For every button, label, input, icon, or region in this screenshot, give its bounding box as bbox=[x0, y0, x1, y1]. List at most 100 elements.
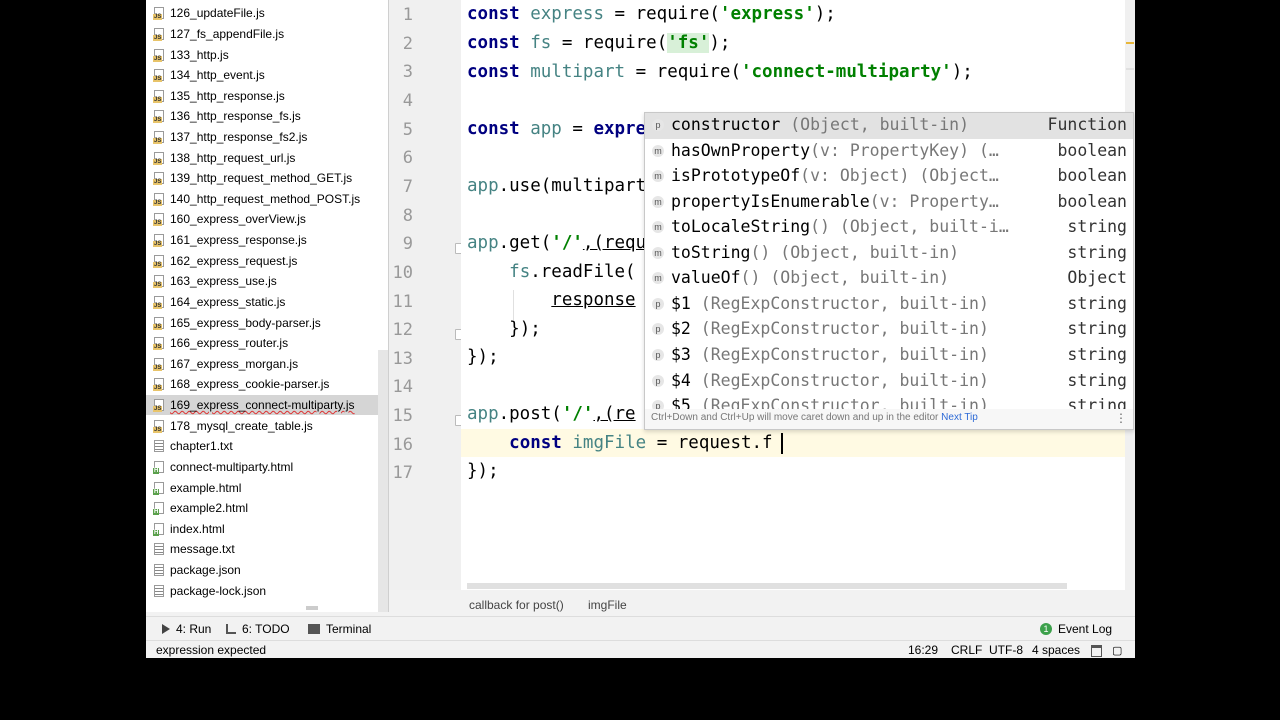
tree-file-item[interactable]: 166_express_router.js bbox=[146, 333, 378, 354]
caret-position[interactable]: 16:29 bbox=[908, 643, 938, 657]
completion-item[interactable]: p $1 (RegExpConstructor, built-in) string bbox=[645, 292, 1133, 318]
completion-type: Function bbox=[1047, 115, 1127, 134]
horizontal-scrollbar[interactable] bbox=[467, 583, 1067, 589]
lock-icon[interactable] bbox=[1091, 645, 1102, 657]
completion-signature: $1 (RegExpConstructor, built-in) bbox=[671, 294, 989, 313]
status-message: expression expected bbox=[156, 643, 267, 657]
completion-item[interactable]: p $3 (RegExpConstructor, built-in) string bbox=[645, 343, 1133, 369]
run-tool-button[interactable]: 4: Run bbox=[162, 622, 211, 636]
tree-file-item[interactable]: 165_express_body-parser.js bbox=[146, 312, 378, 333]
line-number[interactable]: 4 bbox=[403, 91, 413, 111]
tree-file-item[interactable]: 139_http_request_method_GET.js bbox=[146, 168, 378, 189]
completion-item[interactable]: m hasOwnProperty(v: PropertyKey) (… boolea… bbox=[645, 139, 1133, 165]
line-separator[interactable]: CRLF bbox=[951, 643, 982, 657]
breadcrumb-item[interactable]: imgFile bbox=[588, 598, 627, 612]
js-file-icon bbox=[153, 151, 164, 165]
tree-file-item[interactable]: 178_mysql_create_table.js bbox=[146, 415, 378, 436]
line-number[interactable]: 14 bbox=[393, 377, 413, 397]
terminal-tool-label: Terminal bbox=[326, 622, 372, 636]
tree-file-label: 133_http.js bbox=[170, 47, 229, 62]
file-encoding[interactable]: UTF-8 bbox=[989, 643, 1023, 657]
completion-item[interactable]: p constructor (Object, built-in) Function bbox=[645, 113, 1133, 139]
completion-item[interactable]: p $2 (RegExpConstructor, built-in) string bbox=[645, 317, 1133, 343]
tree-file-item[interactable]: 160_express_overView.js bbox=[146, 209, 378, 230]
completion-detail: (RegExpConstructor, built-in) bbox=[690, 370, 989, 390]
tree-file-label: 162_express_request.js bbox=[170, 253, 298, 268]
completion-item[interactable]: m isPrototypeOf(v: Object) (Object… boolea… bbox=[645, 164, 1133, 190]
line-number[interactable]: 17 bbox=[393, 463, 413, 483]
status-bar: expression expected 16:29 CRLF UTF-8 4 s… bbox=[146, 640, 1135, 658]
notifications-icon[interactable]: ▢ bbox=[1112, 644, 1122, 657]
line-number[interactable]: 6 bbox=[403, 148, 413, 168]
tree-file-item[interactable]: package-lock.json bbox=[146, 580, 378, 601]
code-line-15: app.post('/',(re bbox=[467, 404, 636, 424]
code-completion-popup[interactable]: p constructor (Object, built-in) Function m… bbox=[644, 112, 1134, 430]
tree-file-item[interactable]: 127_fs_appendFile.js bbox=[146, 24, 378, 45]
html-file-icon bbox=[153, 460, 164, 474]
event-log-button[interactable]: 1 Event Log bbox=[1040, 622, 1112, 636]
line-number[interactable]: 13 bbox=[393, 349, 413, 369]
tree-file-item[interactable]: 137_http_response_fs2.js bbox=[146, 127, 378, 148]
tree-file-item[interactable]: index.html bbox=[146, 519, 378, 540]
tree-file-label: 163_express_use.js bbox=[170, 274, 277, 289]
tree-file-item[interactable]: 138_http_request_url.js bbox=[146, 147, 378, 168]
completion-item[interactable]: m valueOf() (Object, built-in) Object bbox=[645, 266, 1133, 292]
tree-horizontal-scrollbar[interactable] bbox=[306, 606, 318, 610]
js-file-icon bbox=[153, 399, 164, 413]
completion-item[interactable]: m toLocaleString() (Object, built-i… strin… bbox=[645, 215, 1133, 241]
tree-scrollbar[interactable] bbox=[378, 350, 388, 612]
completion-detail: () (Object, built-in) bbox=[750, 242, 960, 262]
tree-file-item[interactable]: 133_http.js bbox=[146, 44, 378, 65]
info-marker[interactable] bbox=[1126, 68, 1134, 70]
line-number[interactable]: 1 bbox=[403, 5, 413, 25]
terminal-tool-button[interactable]: Terminal bbox=[308, 622, 371, 636]
tree-file-item[interactable]: package.json bbox=[146, 560, 378, 581]
completion-type: string bbox=[1067, 217, 1127, 237]
completion-item[interactable]: p $4 (RegExpConstructor, built-in) string bbox=[645, 369, 1133, 395]
warning-marker[interactable] bbox=[1126, 42, 1134, 44]
completion-item[interactable]: m toString() (Object, built-in) string bbox=[645, 241, 1133, 267]
line-number[interactable]: 2 bbox=[403, 34, 413, 54]
more-options-icon[interactable]: ⋮ bbox=[1115, 409, 1127, 427]
tree-file-item[interactable]: 162_express_request.js bbox=[146, 250, 378, 271]
line-number[interactable]: 10 bbox=[393, 263, 413, 283]
tree-file-item[interactable]: example.html bbox=[146, 477, 378, 498]
tree-file-item[interactable]: 169_express_connect-multiparty.js bbox=[146, 394, 378, 416]
tree-file-item[interactable]: 126_updateFile.js bbox=[146, 3, 378, 24]
completion-detail: (RegExpConstructor, built-in) bbox=[690, 319, 989, 339]
completion-signature: toLocaleString() (Object, built-i… bbox=[671, 217, 1009, 236]
code-line-17: }); bbox=[467, 461, 499, 481]
tree-file-item[interactable]: example2.html bbox=[146, 498, 378, 519]
line-number[interactable]: 15 bbox=[393, 406, 413, 426]
line-number[interactable]: 16 bbox=[393, 435, 413, 455]
tree-file-item[interactable]: 164_express_static.js bbox=[146, 292, 378, 313]
indent-setting[interactable]: 4 spaces bbox=[1032, 643, 1080, 657]
tree-file-item[interactable]: chapter1.txt bbox=[146, 436, 378, 457]
completion-item[interactable]: m propertyIsEnumerable(v: Property… boolea… bbox=[645, 190, 1133, 216]
tree-file-item[interactable]: 163_express_use.js bbox=[146, 271, 378, 292]
js-file-icon bbox=[153, 69, 164, 83]
tree-file-label: index.html bbox=[170, 521, 225, 536]
tree-file-item[interactable]: 134_http_event.js bbox=[146, 65, 378, 86]
line-number[interactable]: 12 bbox=[393, 320, 413, 340]
tree-file-item[interactable]: 135_http_response.js bbox=[146, 85, 378, 106]
line-number[interactable]: 5 bbox=[403, 120, 413, 140]
breadcrumb-item[interactable]: callback for post() bbox=[469, 598, 564, 612]
tree-file-item[interactable]: connect-multiparty.html bbox=[146, 457, 378, 478]
line-number[interactable]: 7 bbox=[403, 177, 413, 197]
tree-file-label: 161_express_response.js bbox=[170, 233, 307, 248]
js-file-icon bbox=[153, 316, 164, 330]
line-number[interactable]: 9 bbox=[403, 234, 413, 254]
line-number[interactable]: 11 bbox=[393, 292, 413, 312]
line-number[interactable]: 8 bbox=[403, 206, 413, 226]
js-file-icon bbox=[153, 27, 164, 41]
line-number[interactable]: 3 bbox=[403, 62, 413, 82]
todo-tool-button[interactable]: 6: TODO bbox=[226, 622, 290, 636]
tree-file-item[interactable]: 136_http_response_fs.js bbox=[146, 106, 378, 127]
tree-file-item[interactable]: 161_express_response.js bbox=[146, 230, 378, 251]
tree-file-item[interactable]: 168_express_cookie-parser.js bbox=[146, 374, 378, 395]
tree-file-item[interactable]: message.txt bbox=[146, 539, 378, 560]
tree-file-item[interactable]: 140_http_request_method_POST.js bbox=[146, 189, 378, 210]
tree-file-item[interactable]: 167_express_morgan.js bbox=[146, 354, 378, 375]
next-tip-link[interactable]: Next Tip bbox=[941, 412, 978, 423]
